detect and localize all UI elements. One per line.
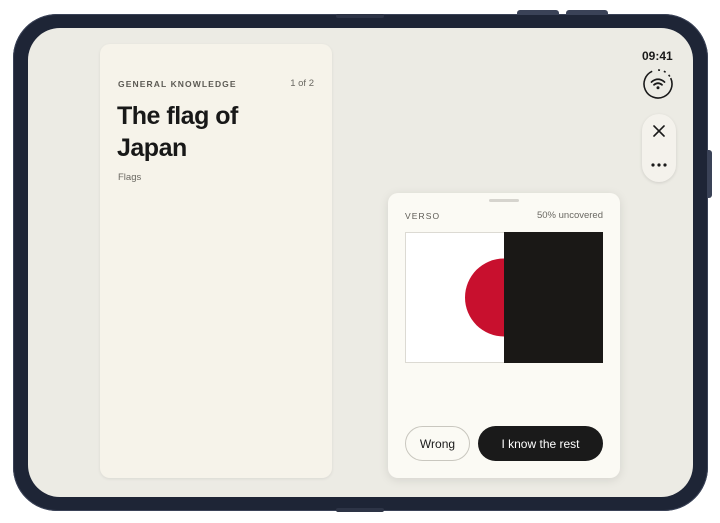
flashcard: GENERAL KNOWLEDGE 1 of 2 The flag of Jap…: [100, 44, 332, 478]
uncovered-status: 50% uncovered: [536, 210, 603, 221]
hinge-bottom: [336, 508, 384, 512]
side-controls: [642, 114, 676, 182]
wrong-button[interactable]: Wrong: [405, 426, 470, 461]
more-button[interactable]: [647, 153, 671, 177]
wifi-icon[interactable]: [642, 68, 674, 100]
hardware-button: [566, 10, 608, 15]
card-title: The flag of Japan: [117, 102, 238, 162]
card-subtitle: Flags: [118, 172, 142, 183]
card-counter: 1 of 2: [290, 78, 314, 89]
hinge-top: [336, 14, 384, 18]
close-button[interactable]: [647, 119, 671, 143]
flag-cover: [504, 232, 603, 363]
hardware-button: [707, 150, 712, 198]
card-category: GENERAL KNOWLEDGE: [118, 79, 237, 89]
hardware-button: [517, 10, 559, 15]
verso-panel: VERSO 50% uncovered Wrong I know the res…: [388, 193, 620, 478]
drag-handle[interactable]: [489, 199, 519, 202]
status-time: 09:41: [642, 49, 673, 63]
more-icon: [651, 163, 667, 167]
verso-label: VERSO: [405, 211, 441, 221]
close-icon: [653, 125, 665, 137]
know-rest-button[interactable]: I know the rest: [478, 426, 603, 461]
flag-image: [405, 232, 603, 363]
screen: GENERAL KNOWLEDGE 1 of 2 The flag of Jap…: [28, 28, 693, 497]
